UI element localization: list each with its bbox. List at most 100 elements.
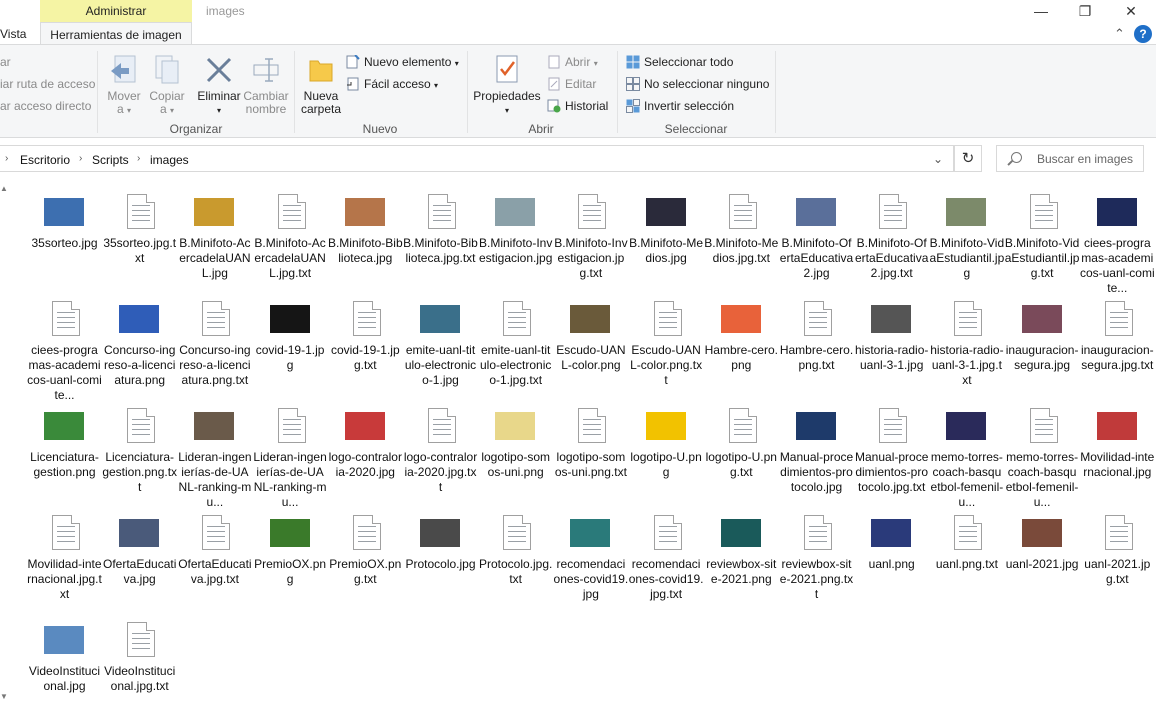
scroll-down-icon[interactable]: ▼ [0,692,8,701]
file-item[interactable]: inauguracion-segura.jpg.txt [1080,297,1155,403]
file-item[interactable]: PremioOX.png [253,511,328,617]
file-item[interactable]: B.Minifoto-Medios.jpg [629,190,704,296]
file-item[interactable]: 35sorteo.jpg [27,190,102,296]
file-item[interactable]: Concurso-ingreso-a-licenciatura.png.txt [177,297,252,403]
new-item-button[interactable]: Nuevo elemento ▾ [346,55,459,69]
refresh-icon[interactable]: ↻ [954,145,982,172]
file-item[interactable]: Hambre-cero.png.txt [779,297,854,403]
file-item[interactable]: B.Minifoto-Biblioteca.jpg.txt [403,190,478,296]
file-item[interactable]: historia-radio-uanl-3-1.jpg [854,297,929,403]
address-dropdown-icon[interactable]: ⌄ [933,152,943,166]
file-item[interactable]: Escudo-UANL-color.png.txt [629,297,704,403]
file-item[interactable]: Escudo-UANL-color.png [553,297,628,403]
file-item[interactable]: B.Minifoto-Biblioteca.jpg [328,190,403,296]
file-item[interactable]: 35sorteo.jpg.txt [102,190,177,296]
breadcrumb-chevron-icon[interactable]: › [137,153,140,164]
select-none-button[interactable]: No seleccionar ninguno [626,77,769,91]
file-item[interactable]: emite-uanl-titulo-electronico-1.jpg.txt [478,297,553,403]
easy-access-button[interactable]: Fácil acceso ▾ [346,77,438,91]
breadcrumb-scripts[interactable]: Scripts [92,153,129,167]
edit-button[interactable]: Editar [547,77,596,91]
file-item[interactable]: Protocolo.jpg.txt [478,511,553,617]
file-item[interactable]: uanl.png [854,511,929,617]
breadcrumb-escritorio[interactable]: Escritorio [20,153,70,167]
collapse-ribbon-icon[interactable]: ⌃ [1114,26,1125,42]
file-item[interactable]: logo-contraloria-2020.jpg [328,404,403,510]
breadcrumb-chevron-icon[interactable]: › [79,153,82,164]
new-folder-button[interactable]: Nueva carpeta [298,53,344,116]
file-item[interactable]: Licenciatura-gestion.png [27,404,102,510]
file-item[interactable]: logotipo-U.png.txt [704,404,779,510]
ribbon-left-item-3[interactable]: ar acceso directo [0,99,91,113]
file-item[interactable]: Lideran-ingenierías-de-UANL-ranking-mu..… [253,404,328,510]
file-item[interactable]: Licenciatura-gestion.png.txt [102,404,177,510]
file-item[interactable]: recomendaciones-covid19.jpg.txt [629,511,704,617]
file-item[interactable]: uanl.png.txt [929,511,1004,617]
file-item[interactable]: B.Minifoto-OfertaEducativa2.jpg.txt [854,190,929,296]
file-item[interactable]: B.Minifoto-OfertaEducativa2.jpg [779,190,854,296]
file-item[interactable]: PremioOX.png.txt [328,511,403,617]
file-item[interactable]: emite-uanl-titulo-electronico-1.jpg [403,297,478,403]
restore-icon[interactable]: ❐ [1062,0,1108,22]
search-input[interactable]: Buscar en images [996,145,1144,172]
file-item[interactable]: uanl-2021.jpg.txt [1080,511,1155,617]
file-item[interactable]: Lideran-ingenierías-de-UANL-ranking-mu..… [177,404,252,510]
file-item[interactable]: OfertaEducativa.jpg.txt [177,511,252,617]
file-item[interactable]: memo-torres-coach-basquetbol-femenil-u..… [1005,404,1080,510]
file-item[interactable]: memo-torres-coach-basquetbol-femenil-u..… [929,404,1004,510]
ribbon-left-item-2[interactable]: iar ruta de acceso [0,77,95,91]
rename-button[interactable]: Cambiar nombre [242,53,290,116]
file-item[interactable]: Manual-procedimientos-protocolo.jpg.txt [854,404,929,510]
file-item[interactable]: logotipo-somos-uni.png.txt [553,404,628,510]
minimize-icon[interactable]: — [1018,0,1064,22]
file-item[interactable]: logo-contraloria-2020.jpg.txt [403,404,478,510]
file-item[interactable]: ciees-programas-academicos-uanl-comite..… [27,297,102,403]
open-button[interactable]: Abrir ▾ [547,55,598,69]
tab-vista[interactable]: Vista [0,22,38,44]
file-item[interactable]: B.Minifoto-Investigacion.jpg.txt [553,190,628,296]
history-button[interactable]: Historial [547,99,608,113]
invert-selection-button[interactable]: Invertir selección [626,99,734,113]
file-item[interactable]: Movilidad-internacional.jpg.txt [27,511,102,617]
breadcrumb-chevron-icon[interactable]: › [5,153,8,164]
file-item[interactable]: recomendaciones-covid19.jpg [553,511,628,617]
ribbon-left-item-1[interactable]: ar [0,55,11,69]
file-item[interactable]: B.Minifoto-AcercadelaUANL.jpg.txt [253,190,328,296]
tab-herramientas-de-imagen[interactable]: Herramientas de imagen [40,22,192,44]
file-item[interactable]: Hambre-cero.png [704,297,779,403]
select-all-button[interactable]: Seleccionar todo [626,55,733,69]
file-item[interactable]: B.Minifoto-AcercadelaUANL.jpg [177,190,252,296]
delete-button[interactable]: Eliminar ▾ [194,53,244,117]
file-item[interactable]: covid-19-1.jpg.txt [328,297,403,403]
file-item[interactable]: Concurso-ingreso-a-licenciatura.png [102,297,177,403]
file-item[interactable]: reviewbox-site-2021.png.txt [779,511,854,617]
move-to-button[interactable]: Mover a ▾ [104,53,144,117]
file-item[interactable]: B.Minifoto-VidaEstudiantil.jpg.txt [1005,190,1080,296]
properties-button[interactable]: Propiedades ▾ [472,53,542,117]
file-item[interactable]: ciees-programas-academicos-uanl-comite..… [1080,190,1155,296]
file-item[interactable]: Protocolo.jpg [403,511,478,617]
address-bar[interactable]: › Escritorio › Scripts › images ⌄ [0,145,954,172]
file-item[interactable]: inauguracion-segura.jpg [1005,297,1080,403]
copy-to-button[interactable]: Copiar a ▾ [147,53,187,117]
file-item[interactable]: Manual-procedimientos-protocolo.jpg [779,404,854,510]
scroll-up-icon[interactable]: ▲ [0,184,8,193]
title-bar: Administrar Vista Herramientas de imagen… [0,0,1156,44]
file-item[interactable]: logotipo-somos-uni.png [478,404,553,510]
file-item[interactable]: VideoInstitucional.jpg [27,618,102,724]
file-item[interactable]: reviewbox-site-2021.png [704,511,779,617]
close-icon[interactable]: ✕ [1108,0,1154,22]
file-item[interactable]: covid-19-1.jpg [253,297,328,403]
file-item[interactable]: uanl-2021.jpg [1005,511,1080,617]
file-item[interactable]: OfertaEducativa.jpg [102,511,177,617]
file-item[interactable]: historia-radio-uanl-3-1.jpg.txt [929,297,1004,403]
file-item[interactable]: logotipo-U.png [629,404,704,510]
file-item[interactable]: VideoInstitucional.jpg.txt [102,618,177,724]
help-icon[interactable]: ? [1134,25,1152,43]
file-item[interactable]: B.Minifoto-VidaEstudiantil.jpg [929,190,1004,296]
vertical-scrollbar[interactable]: ▲ [0,180,10,710]
breadcrumb-images[interactable]: images [150,153,189,167]
file-item[interactable]: B.Minifoto-Medios.jpg.txt [704,190,779,296]
file-item[interactable]: B.Minifoto-Investigacion.jpg [478,190,553,296]
file-item[interactable]: Movilidad-internacional.jpg [1080,404,1155,510]
